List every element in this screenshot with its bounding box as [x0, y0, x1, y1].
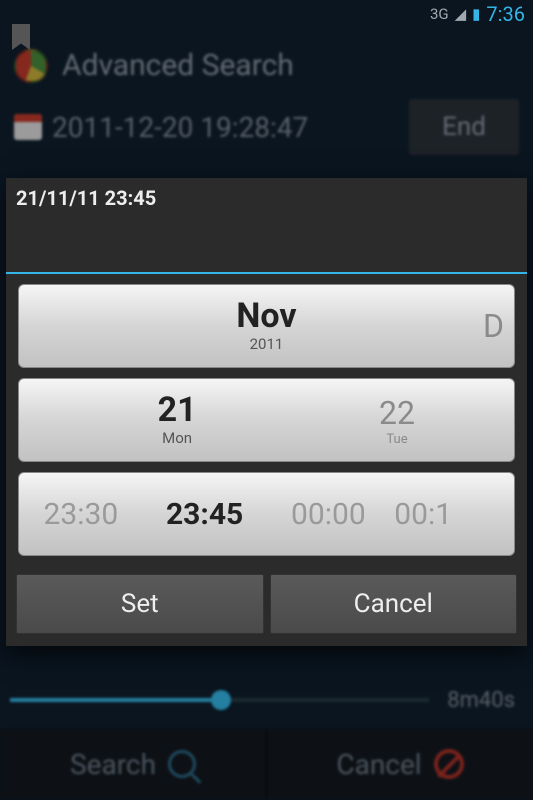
prohibit-icon — [434, 749, 464, 779]
bottom-bar: Search Cancel — [0, 728, 533, 800]
pie-chart-icon — [14, 49, 48, 83]
duration-bar: 8m40s — [0, 680, 533, 720]
day-next-label: Tue — [386, 432, 407, 447]
app-background: Advanced Search 2011-12-20 19:28:47 End — [0, 28, 533, 155]
seek-thumb[interactable] — [211, 690, 231, 710]
datetime-dialog: 21/11/11 23:45 Nov 2011 D 21 Mon 22 Tue — [6, 178, 527, 646]
month-picker[interactable]: Nov 2011 D — [18, 284, 515, 368]
battery-icon: ▮ — [472, 5, 480, 23]
day-next: 22 — [379, 394, 415, 432]
month-next: D — [483, 307, 504, 345]
month-year: 2011 — [250, 335, 284, 353]
status-bar: 3G ◢ ▮ 7:36 — [0, 0, 533, 28]
seek-track[interactable] — [10, 698, 429, 702]
set-button[interactable]: Set — [16, 574, 264, 634]
signal-icon: ◢ — [455, 5, 467, 23]
cancel-label: Cancel — [336, 748, 421, 781]
month-current: Nov — [236, 299, 296, 333]
page-title: Advanced Search — [62, 48, 294, 83]
date-row: 2011-12-20 19:28:47 End — [0, 99, 533, 155]
search-label: Search — [70, 748, 156, 781]
time-prev: 23:30 — [19, 497, 143, 532]
clock: 7:36 — [486, 2, 525, 26]
date-value: 2011-12-20 19:28:47 — [52, 111, 399, 144]
time-next: 00:00 — [267, 497, 391, 532]
network-indicator: 3G — [430, 5, 449, 23]
search-icon — [168, 750, 196, 778]
seek-fill — [10, 698, 211, 702]
calendar-icon — [14, 114, 42, 140]
day-current-label: Mon — [162, 429, 192, 447]
dialog-header-area — [6, 212, 527, 274]
time-picker[interactable]: 23:30 23:45 00:00 00:1 — [18, 472, 515, 556]
search-button[interactable]: Search — [0, 728, 267, 800]
day-picker[interactable]: 21 Mon 22 Tue — [18, 378, 515, 462]
app-header: Advanced Search — [0, 28, 533, 99]
time-next2: 00:1 — [390, 497, 479, 532]
day-current: 21 — [158, 393, 197, 427]
duration-value: 8m40s — [429, 688, 533, 713]
end-button[interactable]: End — [409, 99, 519, 155]
dialog-title: 21/11/11 23:45 — [6, 178, 527, 212]
cancel-button[interactable]: Cancel — [267, 728, 533, 800]
time-current: 23:45 — [143, 497, 267, 532]
dialog-cancel-button[interactable]: Cancel — [270, 574, 518, 634]
